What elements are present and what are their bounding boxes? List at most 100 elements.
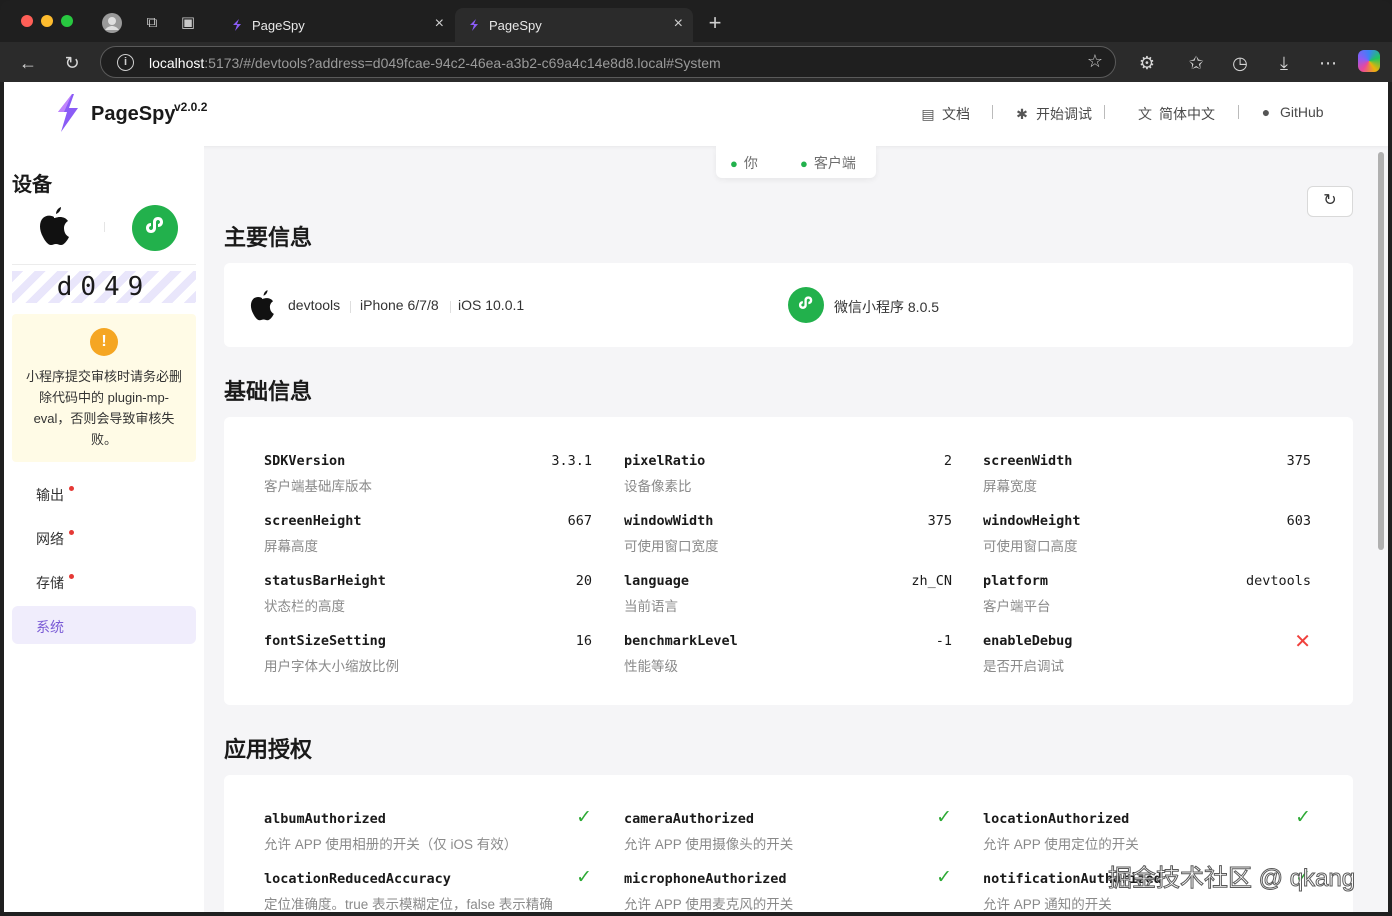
check-icon: ✓ (936, 807, 952, 828)
close-tab-icon[interactable]: × (435, 15, 444, 33)
close-tab-icon[interactable]: × (674, 15, 683, 33)
divider (350, 301, 351, 313)
tab-title: PageSpy (252, 18, 305, 33)
info-field: pixelRatio 设备像素比 2 (624, 453, 952, 501)
field-key: locationAuthorized (983, 811, 1130, 827)
role-you: ● 你 (730, 155, 758, 171)
sidebar-item-storage[interactable]: 存储 (12, 562, 196, 600)
reload-icon[interactable]: ↻ (59, 50, 85, 76)
extensions-icon[interactable]: ⚙ (1134, 50, 1160, 76)
back-icon[interactable]: ← (15, 50, 41, 76)
favorites-icon[interactable]: ✩ (1183, 50, 1209, 76)
nav-start-debug[interactable]: ✱ 开始调试 (1014, 104, 1092, 124)
sidebar-item-label: 网络 (36, 531, 64, 547)
downloads-icon[interactable]: ⤓ (1271, 50, 1297, 76)
tab-pagespy-1[interactable]: PageSpy × (218, 8, 454, 42)
field-description: 允许 APP 通知的开关 (983, 897, 1112, 912)
field-value: 16 (575, 633, 592, 649)
info-field: screenWidth 屏幕宽度 375 (983, 453, 1311, 501)
browser-toolbar: ← ↻ i localhost:5173/#/devtools?address=… (0, 42, 1392, 82)
history-icon[interactable]: ◷ (1227, 50, 1253, 76)
nav-divider (1238, 105, 1239, 119)
role-legend: ● 你 ● 客户端 (716, 146, 876, 178)
pagespy-favicon-icon (470, 19, 478, 31)
field-description: 是否开启调试 (983, 659, 1064, 674)
unread-dot (69, 574, 74, 579)
tab-actions-icon[interactable]: ▣ (177, 12, 199, 34)
close-window-button[interactable] (21, 15, 33, 27)
check-icon: ✓ (936, 867, 952, 888)
divider (104, 222, 105, 232)
field-key: windowWidth (624, 513, 714, 529)
field-description: 屏幕高度 (264, 539, 318, 554)
field-description: 定位准确度。true 表示模糊定位，false 表示精确 (264, 897, 553, 912)
divider (450, 301, 451, 313)
miniprogram-icon (788, 287, 824, 323)
sidebar-item-console[interactable]: 输出 (12, 474, 196, 512)
info-field: statusBarHeight 状态栏的高度 20 (264, 573, 592, 621)
field-value: 375 (1286, 453, 1311, 469)
sidebar-item-system[interactable]: 系统 (12, 606, 196, 644)
nav-github[interactable]: ● GitHub (1258, 104, 1324, 120)
bookmark-star-icon[interactable]: ☆ (1087, 51, 1103, 72)
document-icon: ▤ (921, 106, 935, 122)
platform-version: 微信小程序 8.0.5 (834, 299, 940, 315)
field-key: fontSizeSetting (264, 633, 386, 649)
info-field: language 当前语言 zh_CN (624, 573, 952, 621)
warning-alert: ! 小程序提交审核时请务必删除代码中的 plugin-mp-eval，否则会导致… (12, 314, 196, 462)
more-menu-icon[interactable]: ⋯ (1315, 50, 1341, 76)
device-id: d049 (56, 272, 152, 302)
info-field: windowHeight 可使用窗口高度 603 (983, 513, 1311, 561)
section-title-auth: 应用授权 (224, 737, 313, 762)
sidebar-item-label: 输出 (36, 487, 64, 503)
check-icon: ✓ (1295, 807, 1311, 828)
field-key: windowHeight (983, 513, 1081, 529)
tab-pagespy-2[interactable]: PageSpy × (455, 8, 693, 42)
pagespy-logo-icon[interactable] (52, 92, 82, 134)
site-info-icon[interactable]: i (117, 54, 134, 71)
field-key: platform (983, 573, 1049, 589)
scroll-thumb[interactable] (1378, 152, 1384, 550)
sidebar-item-network[interactable]: 网络 (12, 518, 196, 556)
maximize-window-button[interactable] (61, 15, 73, 27)
profile-icon[interactable] (101, 12, 123, 34)
site-header: PageSpy v2.0.2 ▤ 文档 ✱ 开始调试 文简体中文 ● GitHub (4, 82, 1388, 146)
person-icon: ● (800, 156, 808, 171)
field-key: albumAuthorized (264, 811, 386, 827)
nav-docs[interactable]: ▤ 文档 (920, 104, 970, 124)
system-panel: ● 你 ● 客户端 ↻ 主要信息 devtools iPhone 6/7/8 iOS… (204, 146, 1388, 912)
pagespy-favicon-icon (233, 19, 241, 31)
field-description: 性能等级 (624, 659, 678, 674)
unread-dot (69, 486, 74, 491)
info-field: windowWidth 可使用窗口宽度 375 (624, 513, 952, 561)
brand-name[interactable]: PageSpy (91, 103, 175, 126)
role-client: ● 客户端 (800, 155, 856, 171)
field-description: 状态栏的高度 (264, 599, 345, 614)
field-key: enableDebug (983, 633, 1073, 649)
info-field: enableDebug 是否开启调试 ✕ (983, 631, 1311, 681)
refresh-button[interactable]: ↻ (1307, 186, 1353, 217)
os-version: iOS 10.0.1 (458, 297, 525, 313)
workspaces-icon[interactable]: ⧉ (141, 12, 163, 34)
info-field: benchmarkLevel 性能等级 -1 (624, 633, 952, 681)
field-value: zh_CN (911, 573, 952, 589)
info-field: fontSizeSetting 用户字体大小缩放比例 16 (264, 633, 592, 681)
new-tab-button[interactable]: + (702, 10, 728, 36)
url-text[interactable]: localhost:5173/#/devtools?address=d049fc… (149, 55, 721, 71)
check-icon: ✓ (576, 867, 592, 888)
minimize-window-button[interactable] (41, 15, 53, 27)
address-bar[interactable]: i localhost:5173/#/devtools?address=d049… (100, 46, 1116, 78)
section-title-main: 主要信息 (224, 225, 313, 250)
refresh-icon: ↻ (1323, 192, 1337, 209)
nav-language[interactable]: 文简体中文 (1137, 104, 1215, 124)
page-scrollbar[interactable] (1376, 146, 1386, 912)
field-description: 用户字体大小缩放比例 (264, 659, 399, 674)
warning-text: 小程序提交审核时请务必删除代码中的 plugin-mp-eval，否则会导致审核… (25, 369, 182, 447)
copilot-icon[interactable] (1358, 50, 1380, 72)
field-value: 667 (567, 513, 592, 529)
section-title-basic: 基础信息 (224, 379, 313, 404)
field-description: 客户端基础库版本 (264, 479, 372, 494)
field-description: 允许 APP 使用相册的开关（仅 iOS 有效） (264, 837, 518, 852)
field-key: statusBarHeight (264, 573, 386, 589)
info-field: albumAuthorized 允许 APP 使用相册的开关（仅 iOS 有效） ✓ (264, 807, 592, 859)
